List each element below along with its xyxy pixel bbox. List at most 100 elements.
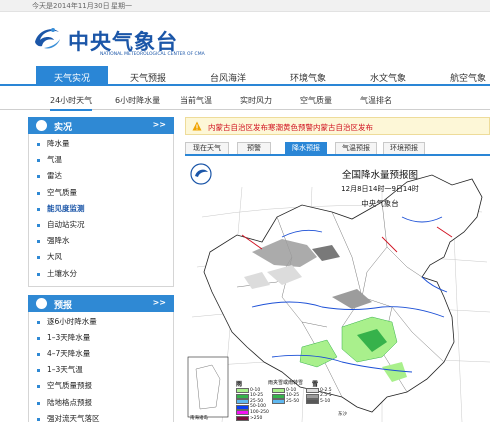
bullet-icon: [37, 369, 40, 373]
bullet-icon: [37, 175, 40, 179]
legend-rain-label: 50-100: [250, 404, 266, 410]
legend-rain-swatch: [236, 393, 249, 399]
subnav-temp-ranking[interactable]: 气温排名: [360, 95, 392, 106]
legend-rain-header: 雨: [236, 381, 243, 388]
top-bar: 今天是2014年11月30日 星期一: [0, 0, 490, 12]
tab-precip-forecast[interactable]: 降水预报: [285, 142, 327, 154]
warning-banner[interactable]: 内蒙古自治区发布寒潮黄色预警内蒙古自治区发布: [185, 117, 490, 135]
subnav-24h-weather[interactable]: 24小时天气: [50, 95, 93, 111]
legend-rain-swatch: [236, 416, 249, 421]
sidebar-item-visibility[interactable]: 能见度监测: [29, 201, 173, 217]
sidebar-item-gale[interactable]: 大风: [29, 249, 173, 265]
subnav-wind[interactable]: 实时风力: [240, 95, 272, 106]
legend-mixed-swatch: [272, 393, 285, 399]
legend-snow-label: 2.5-5: [320, 393, 332, 399]
bullet-icon: [37, 223, 40, 227]
legend-rain-swatch: [236, 399, 249, 405]
sidebar-item-air-quality[interactable]: 空气质量: [29, 185, 173, 201]
china-map-graphic: [182, 157, 490, 422]
sidebar-item-severe-convection[interactable]: 强对流天气落区: [29, 411, 173, 422]
more-link[interactable]: >>: [153, 120, 166, 129]
sidebar-item-land-grid-forecast[interactable]: 陆地格点预报: [29, 395, 173, 411]
precip-forecast-map[interactable]: 全国降水量预报图 12月8日14时一9日14时 中央气象台 雨 雨夹雪或雨转雪 …: [182, 157, 490, 422]
bullet-icon: [37, 401, 40, 405]
subnav-current-temp[interactable]: 当前气温: [180, 95, 212, 106]
sidebar: 实况 >> 降水量 气温 雷达 空气质量 能见度监测 自动站实况 强降水 大风 …: [28, 117, 174, 422]
sidebar-item-6h-precip[interactable]: 逐6小时降水量: [29, 314, 173, 330]
cma-emblem-icon: [35, 28, 60, 49]
sidebar-item-temperature[interactable]: 气温: [29, 152, 173, 168]
bullet-icon: [37, 320, 40, 324]
bullet-icon: [37, 207, 40, 211]
sidebar-item-precipitation[interactable]: 降水量: [29, 136, 173, 152]
bullet-icon: [37, 336, 40, 340]
tab-current-weather[interactable]: 现在天气: [185, 142, 229, 154]
nav-environment[interactable]: 环境气象: [290, 71, 326, 84]
legend-mixed-label: 25-50: [286, 398, 300, 404]
tab-warnings[interactable]: 预警: [237, 142, 271, 154]
map-title: 全国降水量预报图: [341, 170, 418, 181]
legend-rain-label: 100-250: [250, 409, 269, 415]
sidebar-list: 逐6小时降水量 1–3天降水量 4–7天降水量 1–3天气温 空气质量预报 陆地…: [28, 311, 174, 422]
sidebar-item-air-quality-forecast[interactable]: 空气质量预报: [29, 378, 173, 394]
forecast-icon: [36, 297, 47, 309]
legend-mixed-swatch: [272, 388, 285, 393]
bullet-icon: [37, 191, 40, 195]
main-content: 内蒙古自治区发布寒潮黄色预警内蒙古自治区发布 现在天气 预警 降水预报 气温预报…: [182, 117, 490, 422]
map-subtitle: 12月8日14时一9日14时: [341, 185, 419, 193]
bullet-icon: [37, 143, 40, 146]
bullet-icon: [37, 256, 40, 260]
sidebar-section-forecast[interactable]: 预报 >>: [28, 294, 174, 312]
sidebar-item-soil-moisture[interactable]: 土壤水分: [29, 266, 173, 282]
legend-inset-label: 南海诸岛: [190, 416, 208, 421]
nav-aviation[interactable]: 航空气象: [450, 71, 486, 84]
legend-rain-swatch: [236, 388, 249, 393]
sidebar-item-1-3-day-precip[interactable]: 1–3天降水量: [29, 330, 173, 346]
tab-temp-forecast[interactable]: 气温预报: [335, 142, 377, 154]
legend-rain-swatch: [236, 404, 249, 410]
tab-env-forecast[interactable]: 环境预报: [383, 142, 425, 154]
legend-mixed-label: 10-25: [286, 393, 300, 399]
map-legend: 雨 雨夹雪或雨转雪 雪 0-10 10-25 25-50 50-100 100-250 >…: [190, 379, 347, 422]
subnav-air-quality[interactable]: 空气质量: [300, 95, 332, 106]
sidebar-list: 降水量 气温 雷达 空气质量 能见度监测 自动站实况 强降水 大风 土壤水分: [28, 134, 174, 287]
warning-icon: [192, 121, 202, 131]
legend-snow-swatch: [306, 399, 319, 405]
subnav-6h-precip[interactable]: 6小时降水量: [115, 95, 160, 106]
map-tabs: 现在天气 预警 降水预报 气温预报 环境预报: [185, 142, 490, 156]
legend-snow-swatch: [306, 388, 319, 393]
sidebar-item-heavy-rain[interactable]: 强降水: [29, 233, 173, 249]
legend-snow-header: 雪: [312, 381, 319, 388]
sidebar-item-radar[interactable]: 雷达: [29, 168, 173, 184]
sub-nav: 24小时天气 6小时降水量 当前气温 实时风力 空气质量 气温排名: [0, 88, 490, 111]
bullet-icon: [37, 417, 40, 421]
nav-weather-observation[interactable]: 天气实况: [36, 66, 109, 86]
bullet-icon: [37, 159, 40, 163]
sidebar-item-4-7-day-precip[interactable]: 4–7天降水量: [29, 346, 173, 362]
more-link[interactable]: >>: [153, 298, 166, 307]
sidebar-item-auto-station[interactable]: 自动站实况: [29, 217, 173, 233]
sidebar-section-title: 预报: [54, 300, 73, 311]
legend-snow-swatch: [306, 393, 319, 399]
legend-snow-label: 5-10: [320, 398, 331, 404]
sidebar-section-observation[interactable]: 实况 >>: [28, 117, 174, 134]
legend-mixed-header: 雨夹雪或雨转雪: [268, 380, 304, 386]
bullet-icon: [37, 353, 40, 357]
map-organization: 中央气象台: [361, 199, 399, 208]
bullet-icon: [37, 385, 40, 389]
warning-text: 内蒙古自治区发布寒潮黄色预警内蒙古自治区发布: [208, 123, 373, 132]
legend-rain-label: 25-50: [250, 398, 264, 404]
legend-snow-label: 0-2.5: [320, 387, 332, 393]
legend-rain-label: 10-25: [250, 393, 264, 399]
sidebar-item-1-3-day-temp[interactable]: 1–3天气温: [29, 362, 173, 378]
legend-rain-swatch: [236, 410, 249, 416]
current-date: 今天是2014年11月30日: [32, 2, 110, 10]
observation-icon: [36, 120, 47, 131]
legend-mixed-label: 0-10: [286, 387, 297, 393]
nav-hydrology[interactable]: 水文气象: [370, 71, 406, 84]
site-name-en: NATIONAL METEOROLOGICAL CENTER OF CMA: [100, 52, 205, 57]
site-logo[interactable]: 中央气象台 NATIONAL METEOROLOGICAL CENTER OF …: [30, 20, 205, 66]
sidebar-section-title: 实况: [54, 123, 73, 133]
nav-typhoon-ocean[interactable]: 台风海洋: [210, 71, 246, 84]
nav-weather-forecast[interactable]: 天气预报: [130, 71, 166, 84]
